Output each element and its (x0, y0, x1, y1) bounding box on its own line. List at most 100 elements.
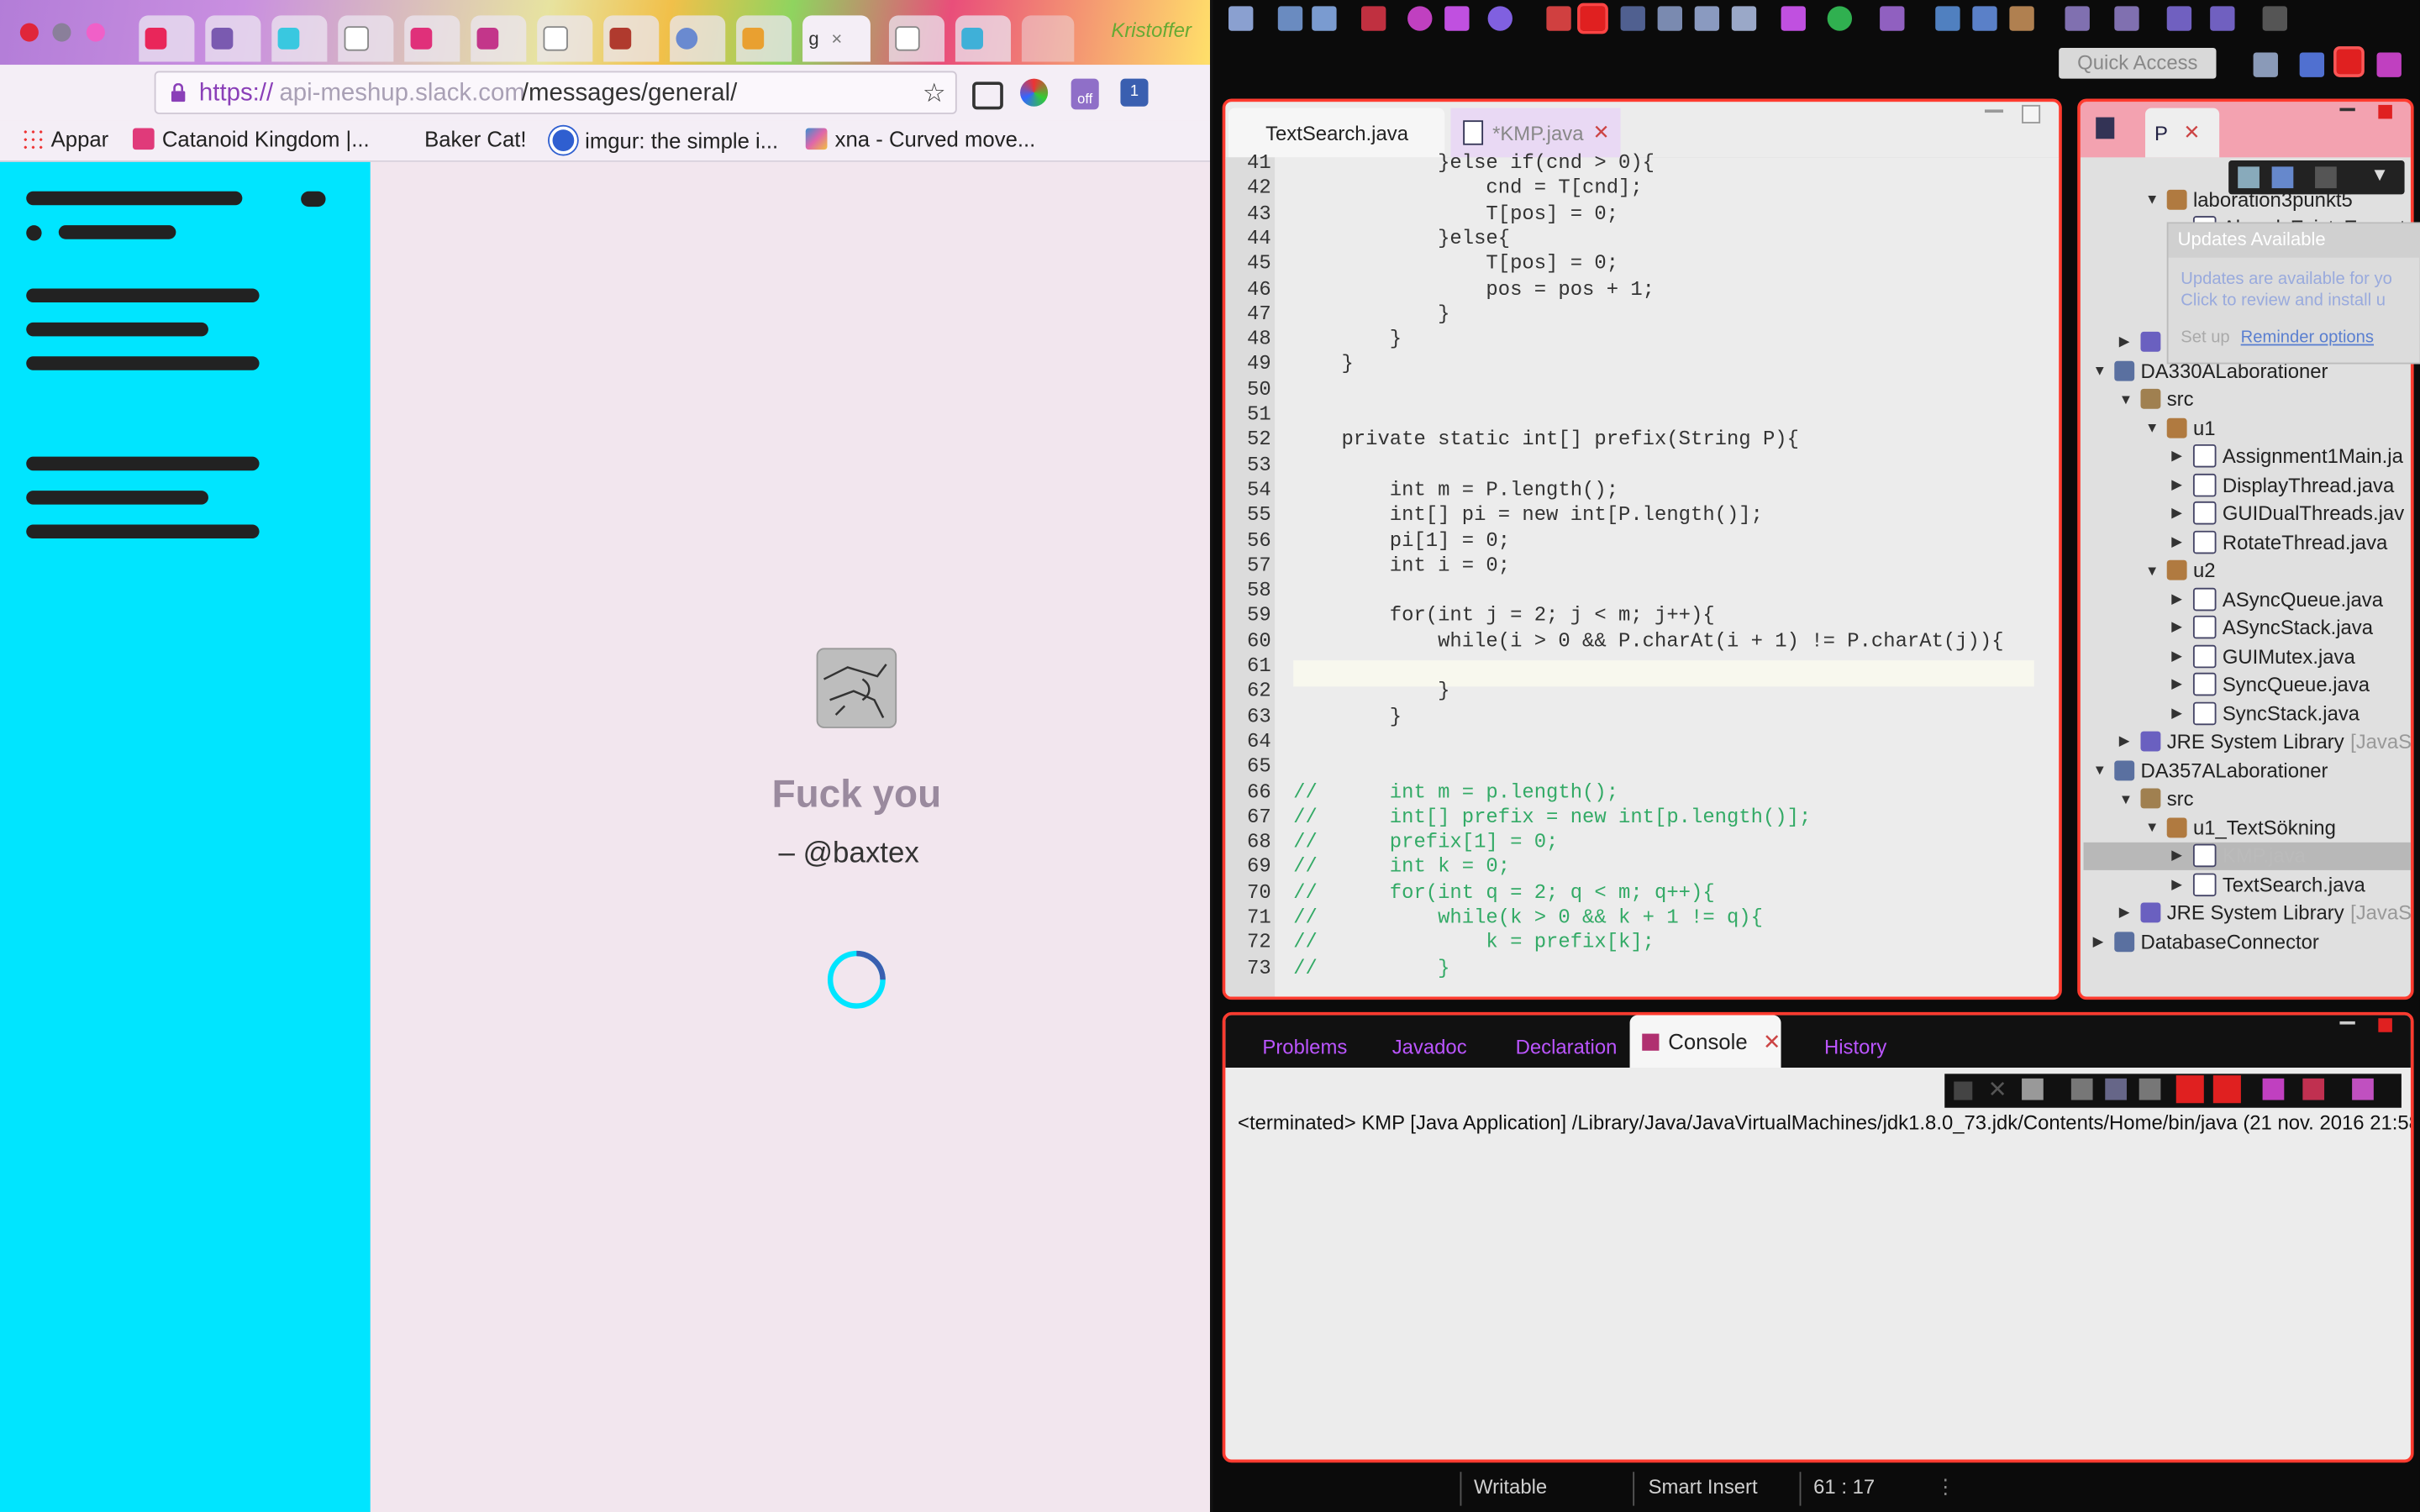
close-tab-icon[interactable]: ✕ (1763, 1028, 1781, 1054)
tree-item[interactable]: ▼ u1 (2145, 413, 2216, 441)
notification-extension-icon[interactable]: 1 (1120, 78, 1149, 107)
pin-console-icon[interactable] (2262, 1078, 2285, 1100)
collapse-arrow-icon[interactable]: ▶ (2171, 704, 2193, 721)
show-on-output-icon[interactable] (2175, 1075, 2204, 1104)
debug-target-icon[interactable] (1407, 6, 1433, 31)
tab-declaration[interactable]: Declaration (1488, 1025, 1618, 1068)
extension-off-icon[interactable]: off (1071, 78, 1099, 110)
debug-perspective-icon[interactable] (2333, 46, 2365, 77)
view-menu-icon[interactable]: ▼ (2370, 164, 2389, 186)
minimize-view-icon[interactable] (2339, 108, 2355, 112)
java-perspective-icon[interactable] (2299, 52, 2325, 77)
tab-problems[interactable]: Problems (1238, 1025, 1347, 1068)
bookmark-apps[interactable]: Appar (21, 127, 108, 151)
expand-arrow-icon[interactable]: ▼ (2145, 420, 2167, 435)
other-perspective-icon[interactable] (2376, 52, 2402, 77)
browser-tab-active[interactable]: g × (802, 15, 871, 62)
close-tab-icon[interactable]: ✕ (2183, 120, 2200, 144)
profile-icon[interactable] (1444, 6, 1470, 31)
prev-annotation-icon[interactable] (2114, 6, 2139, 31)
back-icon[interactable] (2210, 6, 2235, 31)
status-more-icon[interactable]: ⋮ (1935, 1475, 1955, 1499)
expand-arrow-icon[interactable]: ▼ (2145, 192, 2167, 207)
collapse-arrow-icon[interactable]: ▶ (2171, 647, 2193, 664)
tree-item[interactable]: ▶ TextSearch.java (2171, 870, 2365, 898)
scroll-lock-icon[interactable] (2105, 1078, 2127, 1100)
new-tab-button[interactable] (1021, 15, 1075, 62)
tree-item[interactable]: ▶ JRE System Library[JavaS (2119, 899, 2411, 927)
open-folder-icon[interactable] (1935, 6, 1960, 31)
collapse-arrow-icon[interactable]: ▶ (2093, 932, 2115, 949)
expand-arrow-icon[interactable]: ▼ (2093, 762, 2115, 777)
save-icon[interactable] (1277, 6, 1303, 31)
minimize-window-button[interactable] (52, 23, 71, 42)
browser-tab[interactable] (736, 15, 792, 62)
close-tab-icon[interactable]: × (831, 28, 842, 50)
pencil-icon[interactable] (1577, 3, 1608, 34)
perspective-icon[interactable] (2253, 52, 2278, 77)
browser-tab[interactable] (537, 15, 593, 62)
open-task-icon[interactable] (1657, 6, 1683, 31)
tree-item[interactable]: ▶ SyncStack.java (2171, 699, 2360, 727)
debug-icon[interactable] (1781, 6, 1806, 31)
browser-tab[interactable] (205, 15, 261, 62)
expand-arrow-icon[interactable]: ▼ (2119, 391, 2141, 407)
browser-tab[interactable] (670, 15, 726, 62)
tree-item[interactable]: ▶ GUIMutex.java (2171, 642, 2355, 669)
expand-arrow-icon[interactable]: ▼ (2145, 819, 2167, 834)
tab-package-explorer[interactable]: P ✕ (2145, 108, 2220, 158)
tree-item[interactable]: ▶ JRE System Library[JavaS (2119, 727, 2411, 755)
tab-history[interactable]: History (1800, 1025, 1886, 1068)
chrome-extension-icon[interactable] (1020, 78, 1049, 107)
address-bar[interactable]: https:// api-meshup.slack.com /messages/… (154, 71, 957, 114)
collapse-arrow-icon[interactable]: ▶ (2119, 732, 2141, 749)
collapse-arrow-icon[interactable]: ▶ (2171, 675, 2193, 692)
save-all-icon[interactable] (1312, 6, 1337, 31)
tree-item[interactable]: ▶ ASyncStack.java (2171, 613, 2373, 641)
tree-item[interactable]: ▼ u2 (2145, 556, 2216, 584)
browser-tab[interactable] (338, 15, 394, 62)
terminal-icon[interactable] (1360, 6, 1386, 31)
tree-item[interactable]: ▼ laboration3punkt5 (2145, 185, 2353, 213)
tree-item[interactable]: ▶ Assignment1Main.ja (2171, 442, 2403, 470)
clear-console-icon[interactable] (2070, 1078, 2093, 1100)
remove-all-icon[interactable] (2022, 1078, 2044, 1100)
browser-tab[interactable] (603, 15, 660, 62)
search-icon[interactable] (1694, 6, 1720, 31)
collapse-arrow-icon[interactable]: ▶ (2171, 591, 2193, 607)
cast-icon[interactable] (972, 81, 1003, 110)
browser-tab[interactable] (955, 15, 1012, 62)
collapse-arrow-icon[interactable]: ▶ (2171, 505, 2193, 522)
show-on-error-icon[interactable] (2212, 1075, 2241, 1104)
browser-tab[interactable] (888, 15, 945, 62)
bookmark-star-icon[interactable]: ☆ (923, 79, 946, 110)
tree-item[interactable]: ▶ DatabaseConnector (2093, 927, 2319, 955)
open-type-icon[interactable] (1620, 6, 1645, 31)
tree-item[interactable]: ▶ DisplayThread.java (2171, 470, 2394, 498)
collapse-arrow-icon[interactable]: ▶ (2171, 476, 2193, 493)
bookmark-xna[interactable]: xna - Curved move... (805, 127, 1035, 151)
expand-arrow-icon[interactable]: ▼ (2093, 363, 2115, 378)
new-file-icon[interactable] (1228, 6, 1254, 31)
expand-arrow-icon[interactable]: ▼ (2119, 790, 2141, 806)
refresh-icon[interactable] (1487, 6, 1512, 31)
maximize-view-icon[interactable] (2378, 104, 2392, 119)
next-annotation-icon[interactable] (2065, 6, 2090, 31)
collapse-arrow-icon[interactable]: ▶ (2119, 904, 2141, 921)
coverage-icon[interactable] (1880, 6, 1905, 31)
tree-item[interactable]: ▼ u1_TextSökning (2145, 813, 2336, 841)
tree-item[interactable]: ▶ RotateThread.java (2171, 528, 2387, 555)
browser-tab[interactable] (271, 15, 328, 62)
bookmark-catanoid[interactable]: Catanoid Kingdom |... (132, 127, 370, 151)
back-edit-icon[interactable] (2166, 6, 2192, 31)
tab-textsearch-java[interactable]: TextSearch.java (1228, 108, 1445, 158)
terminate-icon[interactable] (1954, 1081, 1973, 1100)
collapse-arrow-icon[interactable]: ▶ (2171, 533, 2193, 550)
tree-item[interactable]: ▼ src (2119, 785, 2194, 812)
run-config-icon[interactable] (1546, 6, 1571, 31)
tab-kmp-java[interactable]: *KMP.java ✕ (1450, 108, 1621, 158)
new-console-icon[interactable] (2352, 1078, 2374, 1100)
code-text-area[interactable]: 41 }else if(cnd > 0){42 cnd = T[cnd]; 43 … (1225, 151, 2060, 997)
close-tab-icon[interactable]: ✕ (1593, 120, 1610, 144)
tree-item[interactable]: ▶ SyncQueue.java (2171, 670, 2370, 698)
